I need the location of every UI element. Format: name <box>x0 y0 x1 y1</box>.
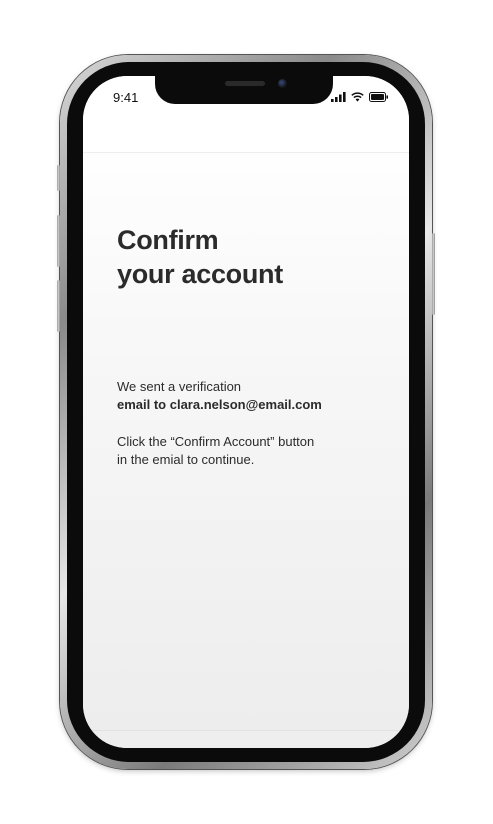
navigation-bar <box>83 124 409 153</box>
volume-down-button <box>57 280 60 332</box>
phone-frame: 9:41 Confirm your account We sent a veri… <box>57 55 435 769</box>
volume-up-button <box>57 215 60 267</box>
bottom-bar <box>83 730 409 748</box>
signal-icon <box>331 92 346 102</box>
notch <box>155 76 333 104</box>
mute-switch <box>57 165 60 191</box>
front-camera <box>278 79 287 88</box>
status-bar: 9:41 <box>83 76 409 124</box>
instruction-message: Click the “Confirm Account” button in th… <box>117 433 314 469</box>
status-icons <box>331 92 389 102</box>
verification-email-line: email to clara.nelson@email.com <box>117 397 322 412</box>
phone-screen: 9:41 Confirm your account We sent a veri… <box>83 76 409 748</box>
page-title-line-1: Confirm <box>117 225 219 255</box>
content-area <box>83 124 409 730</box>
wifi-icon <box>351 92 364 102</box>
page-title-line-2: your account <box>117 259 283 289</box>
power-button <box>432 233 435 315</box>
status-time: 9:41 <box>113 90 139 105</box>
verification-message-line-1: We sent a verification <box>117 379 242 394</box>
instruction-line-1: Click the “Confirm Account” button <box>117 434 315 449</box>
verification-message: We sent a verification email to clara.ne… <box>117 378 322 414</box>
mockup-stage: 9:41 Confirm your account We sent a veri… <box>0 0 493 824</box>
speaker <box>225 81 265 86</box>
instruction-line-2: in the emial to continue. <box>117 452 255 467</box>
page-title: Confirm your account <box>117 223 283 291</box>
battery-icon <box>369 92 388 102</box>
